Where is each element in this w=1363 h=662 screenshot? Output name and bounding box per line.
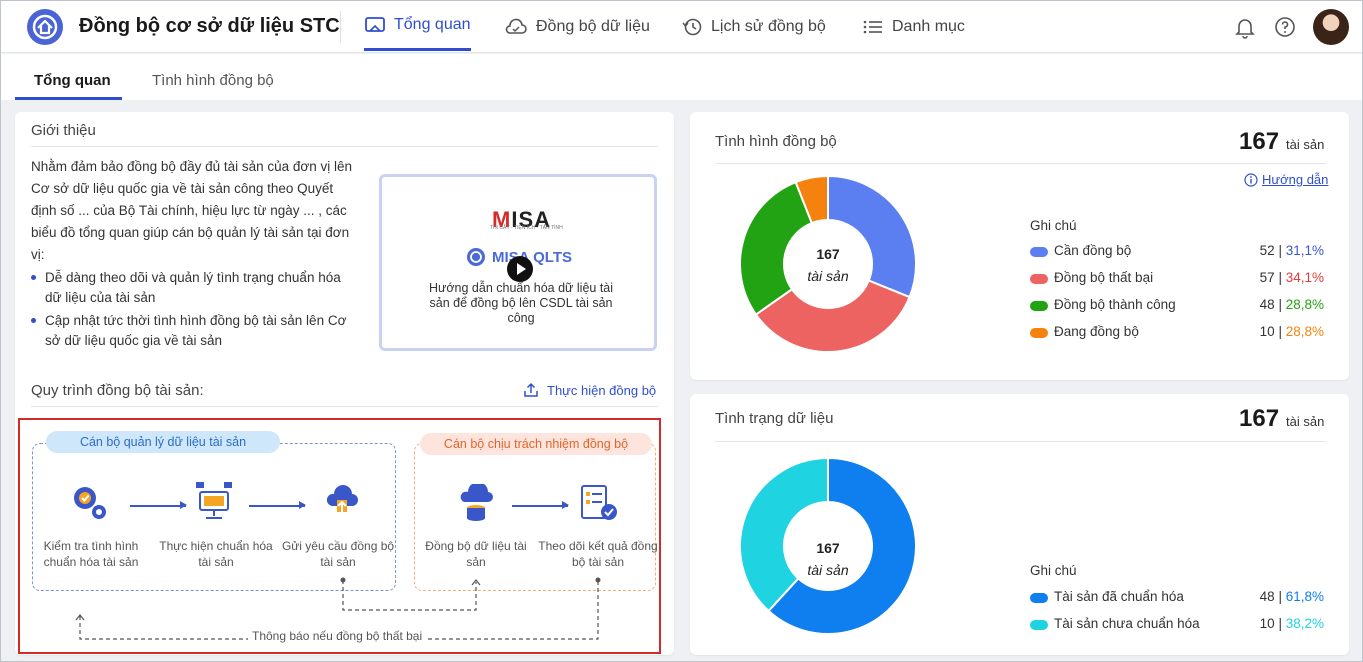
- sync-donut-center: 167 tài sản: [788, 243, 868, 287]
- legend-value: 48 | 61,8%: [1259, 589, 1324, 604]
- process-title: Quy trình đồng bộ tài sản:: [31, 382, 204, 399]
- product-label: MISA QLTS: [492, 248, 572, 266]
- legend-percent: 28,8%: [1285, 324, 1324, 339]
- top-bar: Đồng bộ cơ sở dữ liệu STC Tổng quan Đồng…: [1, 1, 1362, 53]
- legend-label: Tài sản đã chuẩn hóa: [1054, 589, 1184, 604]
- legend-percent: 34,1%: [1285, 270, 1324, 285]
- legend-count: 48: [1259, 589, 1275, 604]
- bell-icon[interactable]: [1233, 15, 1257, 39]
- data-total-unit: tài sản: [1286, 414, 1325, 429]
- intro-bullet: Dễ dàng theo dõi và quản lý tình trạng c…: [31, 268, 361, 308]
- legend-item[interactable]: Tài sản chưa chuẩn hóa 10 | 38,2%: [1030, 616, 1324, 636]
- subtab-tinh-hinh-dong-bo[interactable]: Tình hình đồng bộ: [152, 72, 274, 89]
- legend-item[interactable]: Cần đồng bộ 52 | 31,1%: [1030, 243, 1324, 263]
- legend-label: Tài sản chưa chuẩn hóa: [1054, 616, 1200, 631]
- legend-item[interactable]: Tài sản đã chuẩn hóa 48 | 61,8%: [1030, 589, 1324, 609]
- legend-percent: 61,8%: [1285, 589, 1324, 604]
- legend-value: 10 | 28,8%: [1259, 324, 1324, 339]
- nav-danh-muc[interactable]: Danh mục: [862, 1, 965, 53]
- legend-count: 10: [1259, 324, 1275, 339]
- legend-value: 48 | 28,8%: [1259, 297, 1324, 312]
- legend-swatch: [1030, 593, 1048, 603]
- nav-label: Đồng bộ dữ liệu: [536, 18, 650, 35]
- legend-value: 52 | 31,1%: [1259, 243, 1324, 258]
- list-icon: [863, 20, 882, 34]
- legend-swatch: [1030, 301, 1048, 311]
- nav-tong-quan[interactable]: Tổng quan: [364, 1, 471, 51]
- legend-label: Cần đồng bộ: [1054, 243, 1132, 258]
- legend-title: Ghi chú: [1030, 218, 1077, 233]
- data-status-title: Tình trạng dữ liệu: [715, 410, 834, 427]
- data-total: 167: [1239, 405, 1280, 432]
- legend-title: Ghi chú: [1030, 563, 1077, 578]
- sync-now-link[interactable]: Thực hiện đồng bộ: [547, 383, 656, 398]
- guide-link[interactable]: Hướng dẫn: [1262, 172, 1328, 187]
- legend-swatch: [1030, 620, 1048, 630]
- upload-icon[interactable]: [522, 381, 540, 399]
- info-icon[interactable]: [1244, 173, 1258, 187]
- legend-item[interactable]: Đang đồng bộ 10 | 28,8%: [1030, 324, 1324, 344]
- legend-value: 57 | 34,1%: [1259, 270, 1324, 285]
- intro-title: Giới thiệu: [31, 122, 96, 139]
- legend-swatch: [1030, 328, 1048, 338]
- avatar[interactable]: [1313, 9, 1349, 45]
- data-donut-value: 167: [816, 540, 840, 556]
- sync-donut-value: 167: [816, 246, 840, 262]
- data-donut-center: 167 tài sản: [788, 537, 868, 581]
- divider: [31, 146, 658, 147]
- intro-paragraph: Nhằm đảm bảo đồng bộ đầy đủ tài sản của …: [31, 159, 353, 262]
- legend-count: 52: [1259, 243, 1275, 258]
- sub-tabs: Tổng quan Tình hình đồng bộ: [1, 54, 1362, 100]
- legend-swatch: [1030, 274, 1048, 284]
- video-thumbnail[interactable]: MISA TIN CẬY · TIỆN ÍCH · TẬN TÌNH MISA …: [379, 174, 657, 351]
- nav-label: Lịch sử đồng bộ: [711, 18, 826, 35]
- legend-count: 10: [1259, 616, 1275, 631]
- qlts-logo-icon: [467, 248, 485, 266]
- nav-label: Tổng quan: [394, 15, 471, 33]
- legend-percent: 31,1%: [1285, 243, 1324, 258]
- history-icon: [682, 18, 702, 36]
- flow-connectors: [75, 577, 601, 640]
- nav-dong-bo-du-lieu[interactable]: Đồng bộ dữ liệu: [504, 1, 650, 53]
- active-tab-indicator: [15, 97, 122, 100]
- legend-label: Đồng bộ thành công: [1054, 297, 1176, 312]
- nav-lich-su-dong-bo[interactable]: Lịch sử đồng bộ: [681, 1, 826, 53]
- video-caption: Hướng dẫn chuẩn hóa dữ liệu tài sản để đ…: [428, 281, 614, 325]
- notify-label: Thông báo nếu đồng bộ thất bại: [248, 629, 427, 643]
- sync-total-unit: tài sản: [1286, 137, 1325, 152]
- misa-slogan: TIN CẬY · TIỆN ÍCH · TẬN TÌNH: [490, 225, 563, 231]
- help-icon[interactable]: [1273, 15, 1297, 39]
- legend-label: Đồng bộ thất bại: [1054, 270, 1154, 285]
- legend-count: 57: [1259, 270, 1275, 285]
- legend-percent: 28,8%: [1285, 297, 1324, 312]
- sync-total: 167: [1239, 128, 1280, 155]
- sync-donut-unit: tài sản: [807, 268, 849, 284]
- app-title: Đồng bộ cơ sở dữ liệu STC: [79, 15, 340, 37]
- legend-item[interactable]: Đồng bộ thất bại 57 | 34,1%: [1030, 270, 1324, 290]
- divider: [31, 406, 658, 407]
- divider: [715, 163, 1326, 164]
- data-donut-unit: tài sản: [807, 562, 849, 578]
- legend-label: Đang đồng bộ: [1054, 324, 1139, 339]
- process-flow: Cán bộ quản lý dữ liệu tài sản Cán bộ ch…: [18, 418, 661, 654]
- play-icon[interactable]: [507, 256, 533, 282]
- legend-percent: 38,2%: [1285, 616, 1324, 631]
- legend-item[interactable]: Đồng bộ thành công 48 | 28,8%: [1030, 297, 1324, 317]
- legend-count: 48: [1259, 297, 1275, 312]
- legend-swatch: [1030, 247, 1048, 257]
- cloud-sync-icon: [505, 18, 527, 34]
- divider: [715, 441, 1326, 442]
- divider: [340, 11, 341, 43]
- intro-bullet: Cập nhật tức thời tình hình đồng bộ tài …: [31, 311, 361, 351]
- app-logo-icon[interactable]: [27, 9, 63, 45]
- nav-label: Danh mục: [892, 18, 965, 35]
- subtab-tong-quan[interactable]: Tổng quan: [34, 72, 111, 89]
- monitor-icon: [365, 16, 385, 32]
- sync-status-title: Tình hình đồng bộ: [715, 133, 837, 150]
- legend-value: 10 | 38,2%: [1259, 616, 1324, 631]
